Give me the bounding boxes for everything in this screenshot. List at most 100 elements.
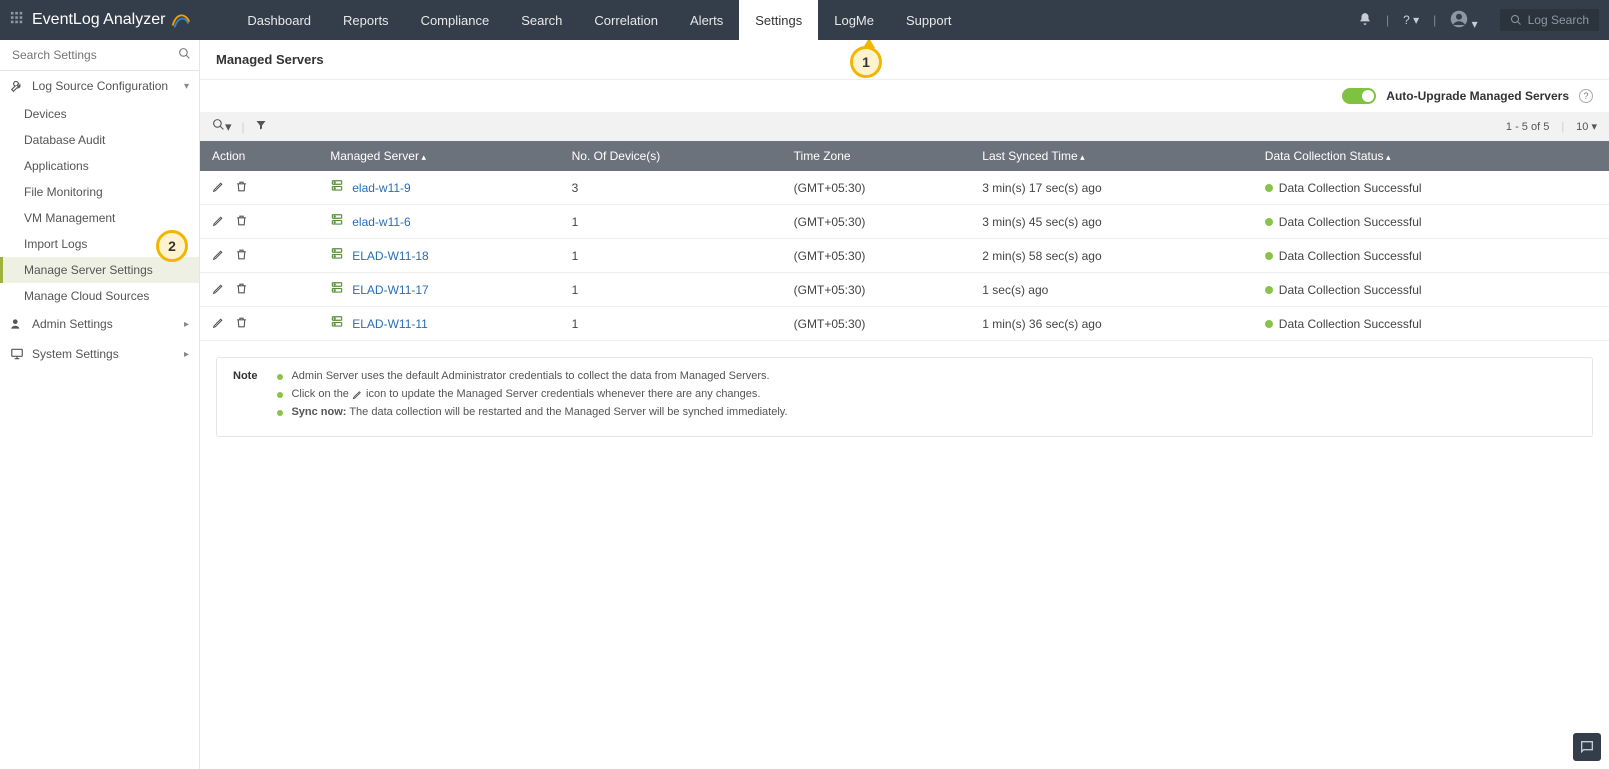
apps-grid-icon[interactable] bbox=[10, 11, 24, 30]
server-link[interactable]: elad-w11-6 bbox=[352, 215, 410, 229]
column-header[interactable]: No. Of Device(s) bbox=[560, 141, 782, 171]
status-cell: Data Collection Successful bbox=[1253, 171, 1609, 205]
delete-icon[interactable] bbox=[235, 316, 248, 332]
tab-dashboard[interactable]: Dashboard bbox=[231, 0, 327, 40]
column-header[interactable]: Time Zone bbox=[782, 141, 971, 171]
tab-reports[interactable]: Reports bbox=[327, 0, 405, 40]
sidebar-item-database-audit[interactable]: Database Audit bbox=[0, 127, 199, 153]
server-link[interactable]: elad-w11-9 bbox=[352, 181, 410, 195]
tab-compliance[interactable]: Compliance bbox=[405, 0, 506, 40]
tab-correlation[interactable]: Correlation bbox=[578, 0, 674, 40]
help-icon[interactable]: ? bbox=[1579, 89, 1593, 103]
sidebar-section-label: System Settings bbox=[32, 347, 119, 361]
last-synced: 1 min(s) 36 sec(s) ago bbox=[970, 307, 1253, 341]
edit-icon[interactable] bbox=[212, 180, 225, 196]
tab-alerts[interactable]: Alerts bbox=[674, 0, 739, 40]
sidebar-item-manage-server-settings[interactable]: Manage Server Settings bbox=[0, 257, 199, 283]
grid-toolbar: ▾ | 1 - 5 of 5 | 10 ▾ bbox=[200, 112, 1609, 141]
sidebar-section-system[interactable]: System Settings ▸ bbox=[0, 339, 199, 369]
server-link[interactable]: ELAD-W11-18 bbox=[352, 249, 428, 263]
tab-logme[interactable]: LogMe bbox=[818, 0, 890, 40]
device-count: 1 bbox=[560, 205, 782, 239]
brand-logo: EventLog Analyzer bbox=[32, 9, 191, 31]
sidebar-section-label: Admin Settings bbox=[32, 317, 113, 331]
sidebar-item-devices[interactable]: Devices bbox=[0, 101, 199, 127]
sidebar-section-admin[interactable]: Admin Settings ▸ bbox=[0, 309, 199, 339]
delete-icon[interactable] bbox=[235, 214, 248, 230]
server-link[interactable]: ELAD-W11-17 bbox=[352, 283, 428, 297]
nav-tabs: DashboardReportsComplianceSearchCorrelat… bbox=[231, 0, 967, 40]
table-search-icon[interactable]: ▾ bbox=[212, 118, 232, 135]
edit-icon[interactable] bbox=[212, 282, 225, 298]
status-dot-icon bbox=[1265, 286, 1273, 294]
tab-support[interactable]: Support bbox=[890, 0, 968, 40]
edit-icon[interactable] bbox=[212, 214, 225, 230]
server-link[interactable]: ELAD-W11-11 bbox=[352, 317, 428, 331]
status-dot-icon bbox=[1265, 184, 1273, 192]
table-row: ELAD-W11-18 1(GMT+05:30)2 min(s) 58 sec(s… bbox=[200, 239, 1609, 273]
status-dot-icon bbox=[1265, 252, 1273, 260]
note-text: Admin Server uses the default Administra… bbox=[291, 370, 769, 382]
chevron-right-icon: ▸ bbox=[184, 349, 189, 360]
sidebar-item-vm-management[interactable]: VM Management bbox=[0, 205, 199, 231]
search-icon[interactable] bbox=[178, 47, 191, 63]
auto-upgrade-label: Auto-Upgrade Managed Servers bbox=[1386, 89, 1569, 103]
status-cell: Data Collection Successful bbox=[1253, 273, 1609, 307]
chat-icon[interactable] bbox=[1573, 733, 1601, 761]
timezone: (GMT+05:30) bbox=[782, 307, 971, 341]
tab-search[interactable]: Search bbox=[505, 0, 578, 40]
auto-upgrade-toggle[interactable] bbox=[1342, 88, 1376, 104]
wrench-icon bbox=[10, 79, 24, 93]
column-header[interactable]: Data Collection Status bbox=[1253, 141, 1609, 171]
note-box: Note Admin Server uses the default Admin… bbox=[216, 357, 1593, 437]
pager-text: 1 - 5 of 5 bbox=[1506, 121, 1549, 133]
server-icon bbox=[330, 247, 344, 264]
delete-icon[interactable] bbox=[235, 180, 248, 196]
timezone: (GMT+05:30) bbox=[782, 205, 971, 239]
device-count: 1 bbox=[560, 273, 782, 307]
user-avatar-icon[interactable]: ▾ bbox=[1450, 10, 1477, 31]
sidebar-item-applications[interactable]: Applications bbox=[0, 153, 199, 179]
pencil-icon bbox=[352, 389, 363, 400]
column-header[interactable]: Action bbox=[200, 141, 318, 171]
note-label: Note bbox=[233, 370, 257, 424]
sidebar: Log Source Configuration ▾ DevicesDataba… bbox=[0, 40, 200, 769]
timezone: (GMT+05:30) bbox=[782, 239, 971, 273]
sidebar-item-import-logs[interactable]: Import Logs bbox=[0, 231, 199, 257]
sidebar-item-manage-cloud-sources[interactable]: Manage Cloud Sources bbox=[0, 283, 199, 309]
help-menu[interactable]: ? ▾ bbox=[1403, 13, 1419, 27]
last-synced: 2 min(s) 58 sec(s) ago bbox=[970, 239, 1253, 273]
status-dot-icon bbox=[1265, 320, 1273, 328]
search-icon bbox=[1510, 14, 1522, 26]
status-cell: Data Collection Successful bbox=[1253, 205, 1609, 239]
table-row: ELAD-W11-111(GMT+05:30)1 min(s) 36 sec(s… bbox=[200, 307, 1609, 341]
timezone: (GMT+05:30) bbox=[782, 171, 971, 205]
monitor-icon bbox=[10, 347, 24, 361]
sidebar-item-file-monitoring[interactable]: File Monitoring bbox=[0, 179, 199, 205]
sidebar-section-label: Log Source Configuration bbox=[32, 79, 168, 93]
table-row: ELAD-W11-17 1(GMT+05:30)1 sec(s) agoData … bbox=[200, 273, 1609, 307]
server-icon bbox=[330, 281, 344, 298]
page-size-selector[interactable]: 10 ▾ bbox=[1576, 120, 1597, 133]
column-header[interactable]: Managed Server bbox=[318, 141, 559, 171]
column-header[interactable]: Last Synced Time bbox=[970, 141, 1253, 171]
sidebar-section-log-source[interactable]: Log Source Configuration ▾ bbox=[0, 71, 199, 101]
filter-icon[interactable] bbox=[255, 119, 267, 134]
timezone: (GMT+05:30) bbox=[782, 273, 971, 307]
status-cell: Data Collection Successful bbox=[1253, 239, 1609, 273]
user-gear-icon bbox=[10, 317, 24, 331]
tab-settings[interactable]: Settings bbox=[739, 0, 818, 40]
device-count: 1 bbox=[560, 239, 782, 273]
chevron-down-icon: ▾ bbox=[184, 81, 189, 92]
server-icon bbox=[330, 179, 344, 196]
servers-table: ActionManaged ServerNo. Of Device(s)Time… bbox=[200, 141, 1609, 341]
edit-icon[interactable] bbox=[212, 248, 225, 264]
sidebar-search-input[interactable] bbox=[8, 44, 178, 66]
delete-icon[interactable] bbox=[235, 248, 248, 264]
edit-icon[interactable] bbox=[212, 316, 225, 332]
delete-icon[interactable] bbox=[235, 282, 248, 298]
server-icon bbox=[330, 213, 344, 230]
last-synced: 1 sec(s) ago bbox=[970, 273, 1253, 307]
global-search[interactable]: Log Search bbox=[1500, 9, 1599, 31]
bell-icon[interactable] bbox=[1358, 12, 1372, 29]
